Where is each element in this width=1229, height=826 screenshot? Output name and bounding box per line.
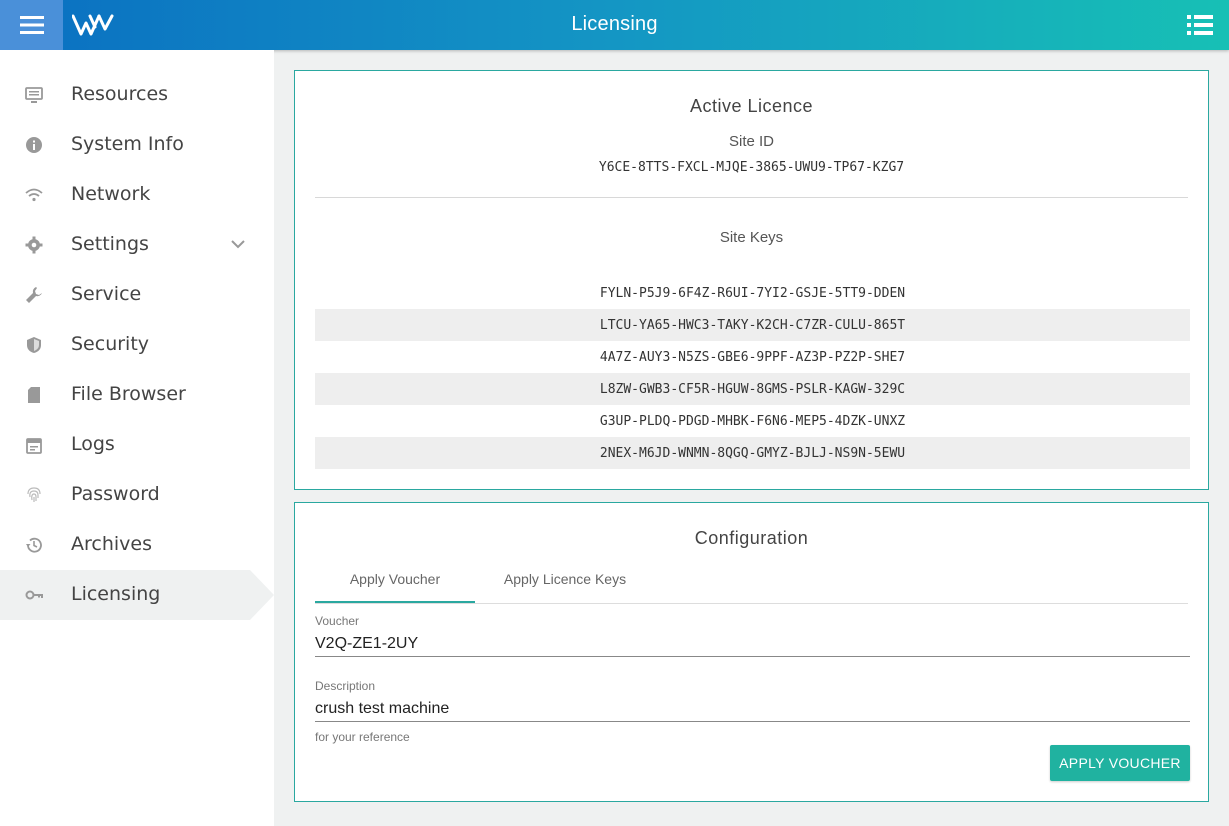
sidebar-item-resources[interactable]: Resources <box>0 70 274 120</box>
sidebar-item-label: Licensing <box>71 583 161 605</box>
sidebar-item-network[interactable]: Network <box>0 170 274 220</box>
info-icon <box>26 137 42 153</box>
site-key: 2NEX-M6JD-WNMN-8QGQ-GMYZ-BJLJ-NS9N-5EWU <box>599 445 906 461</box>
sidebar-item-label: Archives <box>71 533 152 555</box>
sidebar-item-label: System Info <box>71 133 184 155</box>
description-hint: for your reference <box>315 730 410 744</box>
site-key: LTCU-YA65-HWC3-TAKY-K2CH-C7ZR-CULU-865T <box>599 317 906 333</box>
sidebar-item-password[interactable]: Password <box>0 470 274 520</box>
sidebar-item-label: Service <box>71 283 142 305</box>
sidebar-item-label: Password <box>71 483 160 505</box>
site-key: L8ZW-GWB3-CF5R-HGUW-8GMS-PSLR-KAGW-329C <box>599 381 906 397</box>
voucher-input[interactable] <box>315 632 1190 657</box>
sidebar-item-licensing[interactable]: Licensing <box>0 570 274 620</box>
sidebar-item-settings[interactable]: Settings <box>0 220 274 270</box>
table-row: G3UP-PLDQ-PDGD-MHBK-F6N6-MEP5-4DZK-UNXZ <box>315 405 1190 437</box>
sidebar-item-label: Settings <box>71 233 149 255</box>
sidebar-item-security[interactable]: Security <box>0 320 274 370</box>
site-id-value: Y6CE-8TTS-FXCL-MJQE-3865-UWU9-TP67-KZG7 <box>598 160 905 175</box>
card-title: Active Licence <box>689 96 814 116</box>
sidebar-item-system-info[interactable]: System Info <box>0 120 274 170</box>
description-label: Description <box>315 679 376 693</box>
site-key: G3UP-PLDQ-PDGD-MHBK-F6N6-MEP5-4DZK-UNXZ <box>599 413 906 429</box>
site-keys-label: Site Keys <box>719 229 784 246</box>
shield-icon <box>27 337 41 353</box>
sidebar-item-label: Security <box>71 333 150 355</box>
monitor-icon <box>25 87 43 103</box>
sd-card-icon <box>28 387 40 403</box>
fingerprint-icon <box>27 487 41 502</box>
site-key: 4A7Z-AUY3-N5ZS-GBE6-9PPF-AZ3P-PZ2P-SHE7 <box>599 349 906 365</box>
sidebar-item-label: Logs <box>71 433 115 455</box>
gear-icon <box>25 236 43 254</box>
table-row: LTCU-YA65-HWC3-TAKY-K2CH-C7ZR-CULU-865T <box>315 309 1190 341</box>
sidebar-item-label: File Browser <box>71 383 186 405</box>
list-icon[interactable] <box>1187 14 1213 36</box>
sidebar-item-logs[interactable]: Logs <box>0 420 274 470</box>
history-icon <box>26 537 42 553</box>
site-id-label: Site ID <box>728 133 774 150</box>
configuration-card: Configuration Apply Voucher Apply Licenc… <box>294 502 1209 802</box>
sidebar-item-service[interactable]: Service <box>0 270 274 320</box>
table-row: L8ZW-GWB3-CF5R-HGUW-8GMS-PSLR-KAGW-329C <box>315 373 1190 405</box>
active-tab-indicator <box>315 601 475 603</box>
voucher-label: Voucher <box>315 614 360 628</box>
card-title: Configuration <box>694 528 809 548</box>
sidebar-item-archives[interactable]: Archives <box>0 520 274 570</box>
calendar-icon <box>26 438 42 454</box>
chevron-down-icon[interactable] <box>230 238 246 250</box>
description-input[interactable] <box>315 697 1190 722</box>
tab-apply-licence-keys[interactable]: Apply Licence Keys <box>485 571 645 606</box>
table-row: 2NEX-M6JD-WNMN-8QGQ-GMYZ-BJLJ-NS9N-5EWU <box>315 437 1190 469</box>
table-row: FYLN-P5J9-6F4Z-R6UI-7YI2-GSJE-5TT9-DDEN <box>315 277 1190 309</box>
page-title: Licensing <box>571 13 658 35</box>
sidebar-item-label: Network <box>71 183 151 205</box>
app-header: Licensing <box>0 0 1229 50</box>
divider <box>315 197 1188 198</box>
table-row: 4A7Z-AUY3-N5ZS-GBE6-9PPF-AZ3P-PZ2P-SHE7 <box>315 341 1190 373</box>
sidebar-item-file-browser[interactable]: File Browser <box>0 370 274 420</box>
sidebar-item-label: Resources <box>71 83 169 105</box>
sidebar: Resources System Info Network Settings S… <box>0 50 274 826</box>
wifi-icon <box>25 188 43 202</box>
site-key: FYLN-P5J9-6F4Z-R6UI-7YI2-GSJE-5TT9-DDEN <box>599 285 906 301</box>
tabs-divider <box>315 603 1188 604</box>
active-licence-card: Active Licence Site ID Y6CE-8TTS-FXCL-MJ… <box>294 70 1209 490</box>
key-icon <box>25 590 43 600</box>
apply-voucher-button[interactable]: APPLY VOUCHER <box>1050 745 1190 781</box>
wrench-icon <box>26 287 42 303</box>
